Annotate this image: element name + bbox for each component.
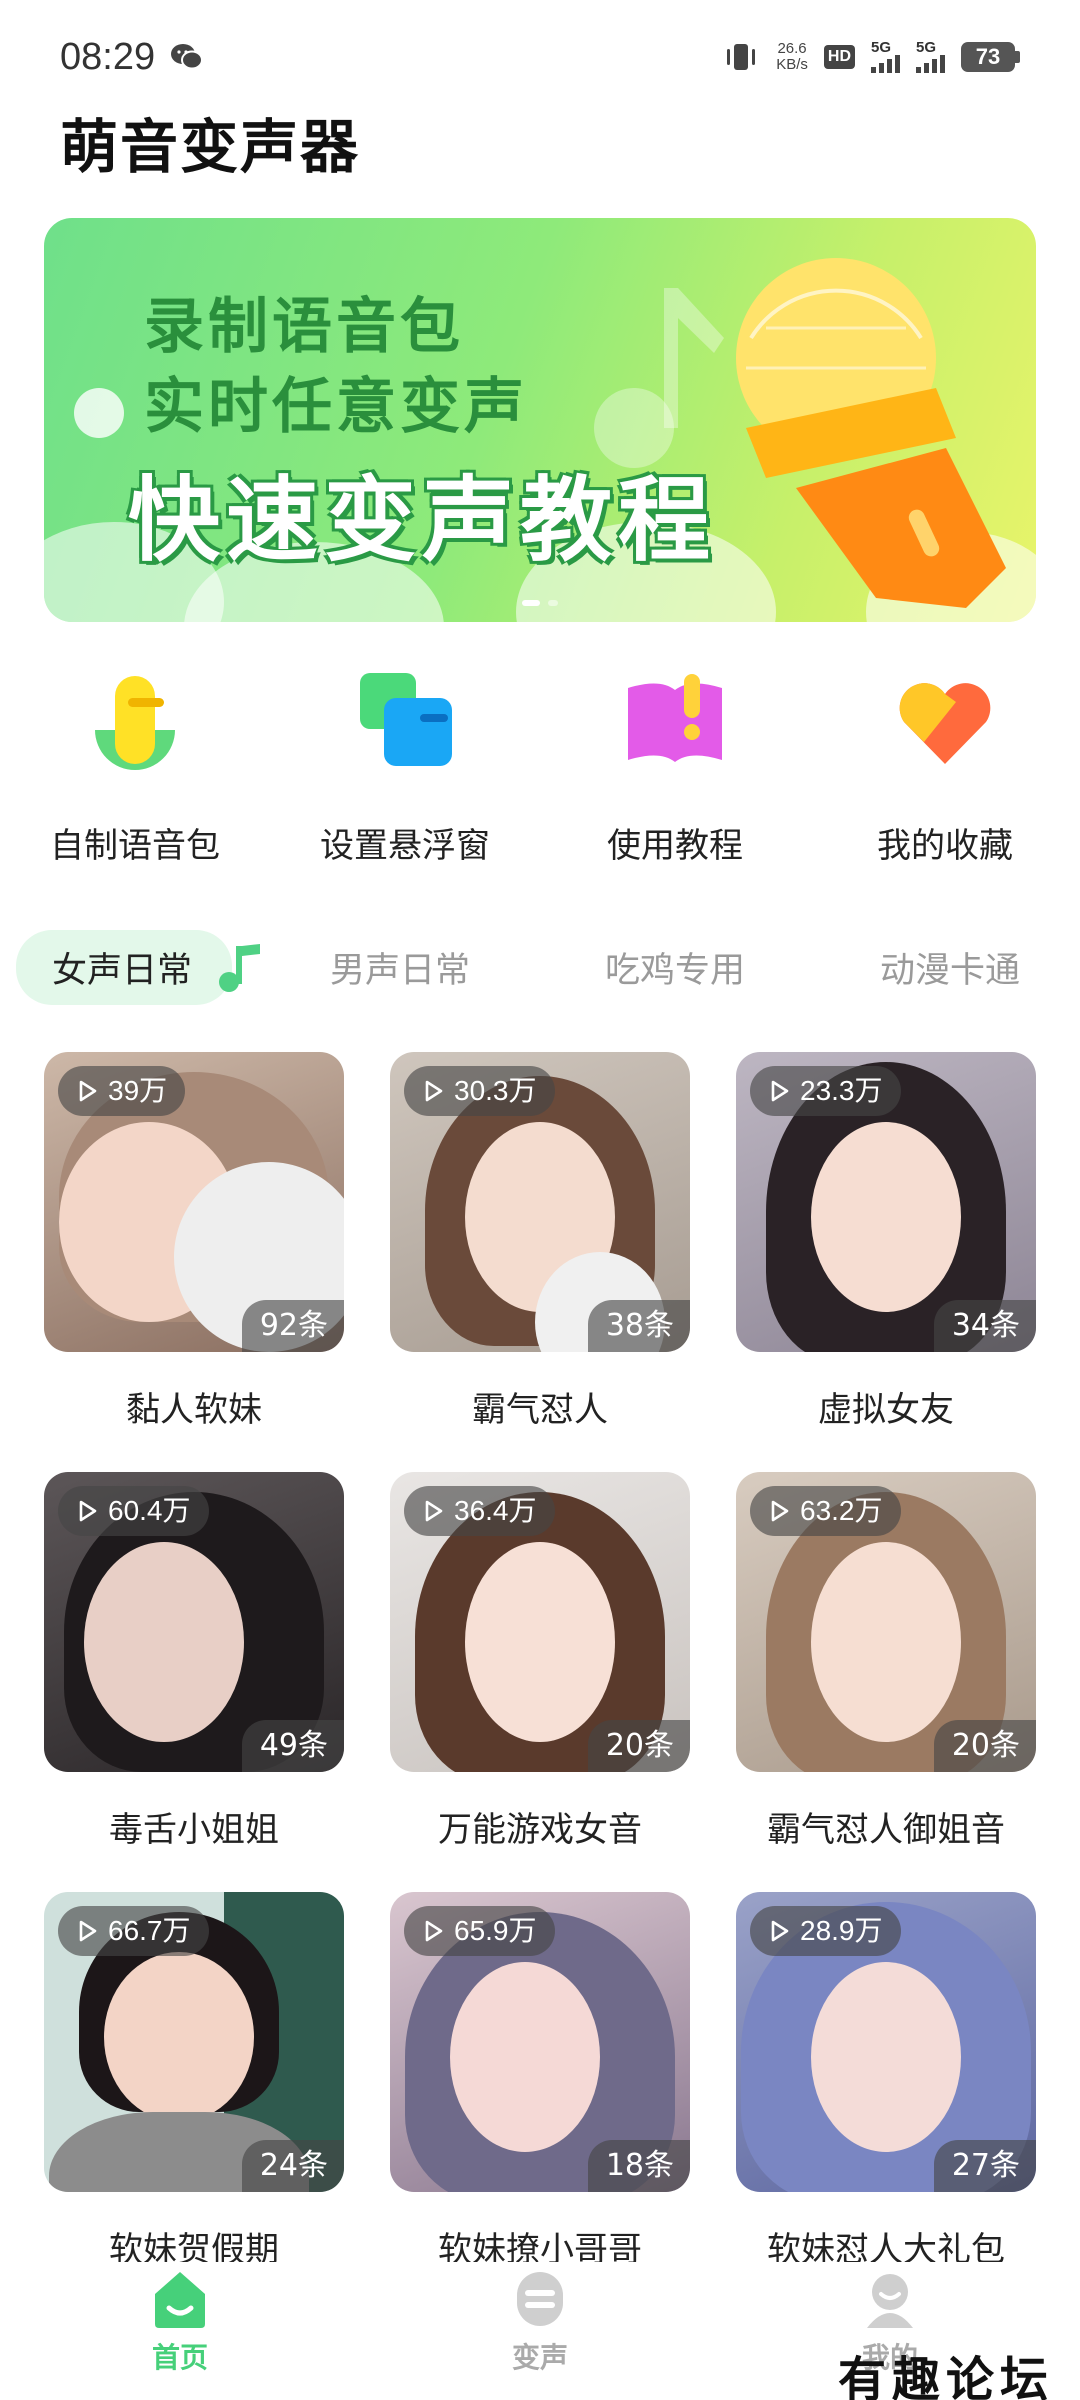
quick-action-voice-pack[interactable]: 自制语音包 bbox=[0, 668, 270, 888]
voice-pack-title: 毒舌小姐姐 bbox=[109, 1810, 279, 1850]
nav-home[interactable]: 首页 bbox=[80, 2268, 280, 2376]
voice-pack-thumbnail: 60.4万 49条 bbox=[44, 1472, 344, 1772]
network-speed: 26.6 KB/s bbox=[776, 39, 808, 73]
battery-icon: 73 bbox=[961, 41, 1020, 72]
play-icon bbox=[425, 1080, 443, 1102]
clip-count-badge: 38条 bbox=[587, 1300, 690, 1352]
voice-pack-title: 霸气怼人御姐音 bbox=[767, 1810, 1005, 1850]
clip-count-badge: 27条 bbox=[933, 2140, 1036, 2192]
voice-pack-thumbnail: 63.2万 20条 bbox=[736, 1472, 1036, 1772]
voice-pack-card[interactable]: 66.7万 24条 软妹贺假期 bbox=[44, 1892, 344, 2271]
voice-change-icon bbox=[517, 2272, 563, 2326]
banner-headline-3: 快速变声教程 bbox=[128, 467, 717, 574]
quick-action-tutorial[interactable]: 使用教程 bbox=[540, 668, 810, 888]
banner-pagination bbox=[522, 600, 558, 606]
voice-pack-title: 万能游戏女音 bbox=[438, 1810, 642, 1850]
voice-pack-thumbnail: 23.3万 34条 bbox=[736, 1052, 1036, 1352]
clip-count-badge: 20条 bbox=[587, 1720, 690, 1772]
voice-pack-title: 霸气怼人 bbox=[472, 1390, 608, 1430]
tutorial-book-icon bbox=[628, 674, 722, 762]
voice-pack-card[interactable]: 65.9万 18条 软妹撩小哥哥 bbox=[390, 1892, 690, 2271]
hd-badge: HD bbox=[823, 44, 855, 69]
play-icon bbox=[425, 1920, 443, 1942]
profile-icon bbox=[867, 2274, 913, 2328]
play-icon bbox=[79, 1920, 97, 1942]
pagination-dot-active bbox=[522, 600, 540, 606]
watermark: 有趣论坛 bbox=[837, 2352, 1054, 2400]
voice-pack-card[interactable]: 60.4万 49条 毒舌小姐姐 bbox=[44, 1472, 344, 1851]
signal-bars-icon bbox=[916, 55, 945, 73]
signal-sim1: 5G bbox=[871, 40, 900, 73]
voice-pack-card[interactable]: 36.4万 20条 万能游戏女音 bbox=[390, 1472, 690, 1851]
quick-action-favorites[interactable]: 我的收藏 bbox=[810, 668, 1080, 888]
signal-bars-icon bbox=[871, 55, 900, 73]
tab-male-daily[interactable]: 男声日常 bbox=[330, 942, 470, 993]
voice-pack-card[interactable]: 63.2万 20条 霸气怼人御姐音 bbox=[736, 1472, 1036, 1851]
play-count-badge: 66.7万 bbox=[58, 1906, 209, 1956]
play-count-badge: 65.9万 bbox=[404, 1906, 555, 1956]
tab-anime[interactable]: 动漫卡通 bbox=[880, 942, 1020, 993]
promo-banner[interactable]: 录制语音包 实时任意变声 快速变声教程 bbox=[44, 218, 1036, 622]
category-tabs: 女声日常 男声日常 吃鸡专用 动漫卡通 bbox=[0, 918, 1080, 1028]
quick-actions: 自制语音包 设置悬浮窗 使用教程 我的收藏 bbox=[0, 668, 1080, 888]
play-icon bbox=[771, 1500, 789, 1522]
wechat-icon bbox=[171, 44, 203, 70]
banner-headline-1: 录制语音包 bbox=[144, 292, 464, 362]
floating-window-icon bbox=[360, 673, 452, 766]
play-icon bbox=[79, 1500, 97, 1522]
clip-count-badge: 34条 bbox=[933, 1300, 1036, 1352]
clip-count-badge: 24条 bbox=[241, 2140, 344, 2192]
play-count-badge: 63.2万 bbox=[750, 1486, 901, 1536]
page-title: 萌音变声器 bbox=[60, 113, 361, 181]
tab-female-daily[interactable]: 女声日常 bbox=[16, 930, 233, 1005]
nav-voice-change[interactable]: 变声 bbox=[440, 2268, 640, 2376]
play-icon bbox=[771, 1080, 789, 1102]
play-count-badge: 28.9万 bbox=[750, 1906, 901, 1956]
clip-count-badge: 20条 bbox=[933, 1720, 1036, 1772]
play-count-badge: 39万 bbox=[58, 1066, 186, 1116]
pagination-dot bbox=[548, 600, 558, 606]
music-note-icon bbox=[219, 944, 260, 992]
status-time: 08:29 bbox=[60, 36, 156, 78]
play-count-badge: 30.3万 bbox=[404, 1066, 555, 1116]
clip-count-badge: 92条 bbox=[241, 1300, 344, 1352]
microphone-icon bbox=[736, 258, 1006, 608]
home-icon bbox=[155, 2272, 205, 2328]
microphone-icon bbox=[95, 676, 175, 770]
clip-count-badge: 49条 bbox=[241, 1720, 344, 1772]
play-count-badge: 60.4万 bbox=[58, 1486, 209, 1536]
voice-pack-thumbnail: 30.3万 38条 bbox=[390, 1052, 690, 1352]
play-icon bbox=[771, 1920, 789, 1942]
tab-pubg[interactable]: 吃鸡专用 bbox=[605, 942, 745, 993]
status-bar: 08:29 26.6 KB/s HD 5G 5G 73 bbox=[0, 0, 1080, 100]
vibrate-icon bbox=[727, 43, 756, 70]
heart-icon bbox=[899, 683, 991, 764]
play-icon bbox=[425, 1500, 443, 1522]
voice-pack-thumbnail: 36.4万 20条 bbox=[390, 1472, 690, 1772]
quick-action-floating-window[interactable]: 设置悬浮窗 bbox=[270, 668, 540, 888]
voice-pack-thumbnail: 28.9万 27条 bbox=[736, 1892, 1036, 2192]
voice-pack-card[interactable]: 23.3万 34条 虚拟女友 bbox=[736, 1052, 1036, 1431]
play-count-badge: 23.3万 bbox=[750, 1066, 901, 1116]
voice-pack-card[interactable]: 39万 92条 黏人软妹 bbox=[44, 1052, 344, 1431]
signal-sim2: 5G bbox=[916, 40, 945, 73]
banner-headline-2: 实时任意变声 bbox=[144, 372, 528, 442]
voice-pack-thumbnail: 65.9万 18条 bbox=[390, 1892, 690, 2192]
play-icon bbox=[79, 1080, 97, 1102]
play-count-badge: 36.4万 bbox=[404, 1486, 555, 1536]
voice-pack-card[interactable]: 30.3万 38条 霸气怼人 bbox=[390, 1052, 690, 1431]
voice-pack-thumbnail: 39万 92条 bbox=[44, 1052, 344, 1352]
voice-pack-card[interactable]: 28.9万 27条 软妹怼人大礼包 bbox=[736, 1892, 1036, 2271]
voice-pack-title: 黏人软妹 bbox=[126, 1390, 262, 1430]
voice-pack-thumbnail: 66.7万 24条 bbox=[44, 1892, 344, 2192]
voice-pack-title: 虚拟女友 bbox=[818, 1390, 954, 1430]
clip-count-badge: 18条 bbox=[587, 2140, 690, 2192]
